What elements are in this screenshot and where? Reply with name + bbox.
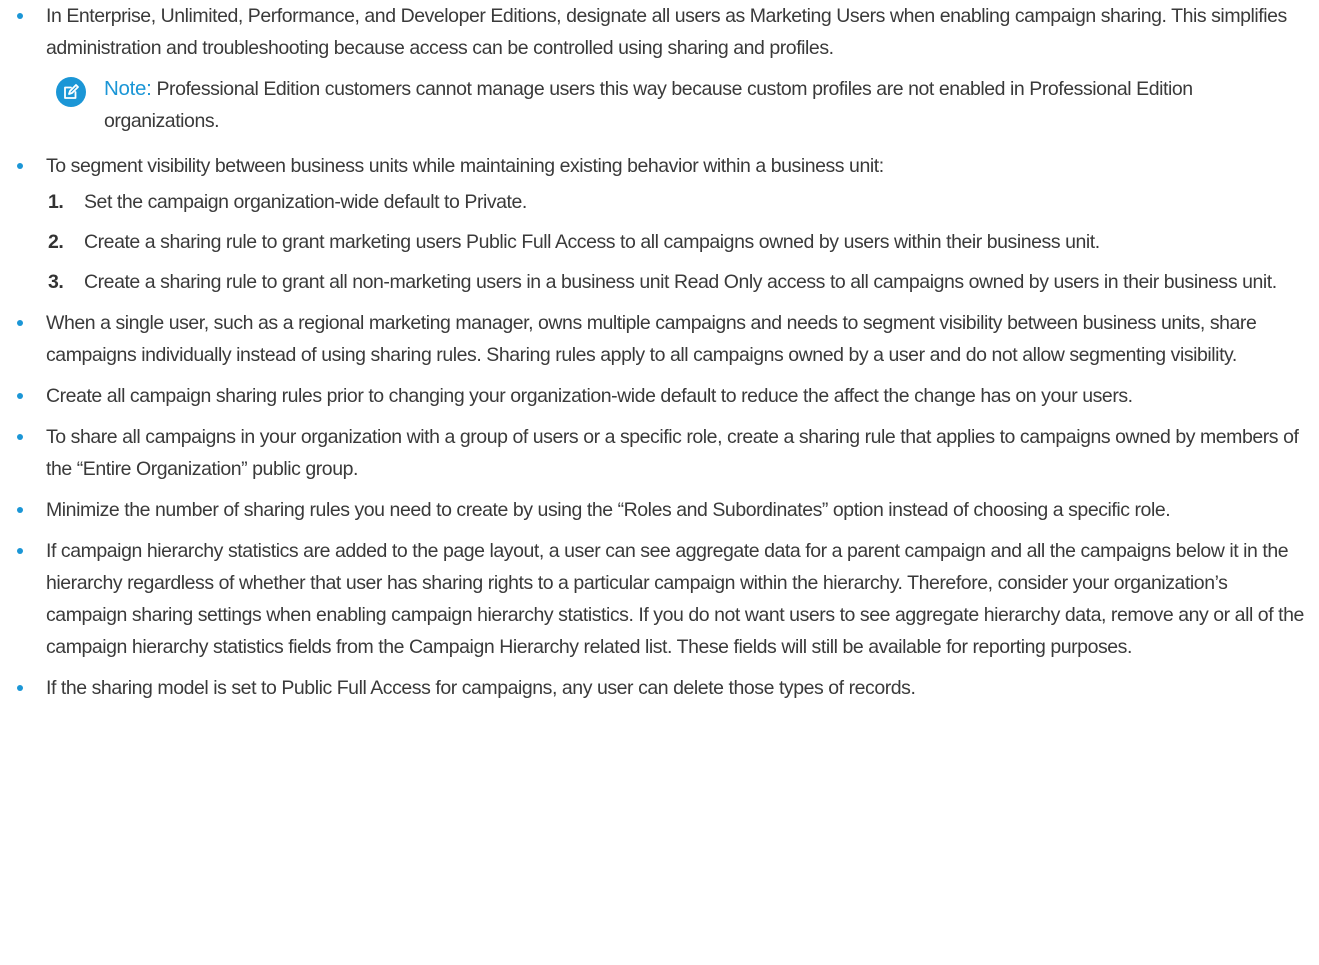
list-item-text: Create all campaign sharing rules prior … [46, 385, 1133, 407]
bullet-dot [17, 320, 23, 326]
bullet-dot [17, 163, 23, 169]
note-callout: Note: Professional Edition customers can… [46, 73, 1311, 137]
steps-list: 1. Set the campaign organization-wide de… [46, 186, 1311, 298]
note-text: Professional Edition customers cannot ma… [104, 78, 1193, 132]
list-item-text: If the sharing model is set to Public Fu… [46, 677, 916, 699]
list-item: Create all campaign sharing rules prior … [0, 380, 1319, 412]
list-item: In Enterprise, Unlimited, Performance, a… [0, 0, 1319, 137]
guidelines-list: In Enterprise, Unlimited, Performance, a… [0, 0, 1319, 704]
list-item: To share all campaigns in your organizat… [0, 421, 1319, 485]
list-item: Minimize the number of sharing rules you… [0, 494, 1319, 526]
list-item: If the sharing model is set to Public Fu… [0, 672, 1319, 704]
step-item: 2. Create a sharing rule to grant market… [46, 226, 1311, 258]
list-item: If campaign hierarchy statistics are add… [0, 535, 1319, 663]
step-number: 1. [48, 191, 64, 213]
note-label: Note: [104, 77, 152, 100]
bullet-dot [17, 685, 23, 691]
list-item-text: Minimize the number of sharing rules you… [46, 499, 1171, 521]
list-item-text: To segment visibility between business u… [46, 155, 884, 177]
list-item-text: When a single user, such as a regional m… [46, 312, 1257, 366]
list-item-text: To share all campaigns in your organizat… [46, 426, 1299, 480]
document-page: In Enterprise, Unlimited, Performance, a… [0, 0, 1319, 965]
bullet-dot [17, 13, 23, 19]
bullet-dot [17, 434, 23, 440]
bullet-dot [17, 548, 23, 554]
list-item-text: If campaign hierarchy statistics are add… [46, 540, 1304, 658]
step-text: Set the campaign organization-wide defau… [84, 191, 527, 213]
list-item: When a single user, such as a regional m… [0, 307, 1319, 371]
step-number: 2. [48, 231, 64, 253]
step-text: Create a sharing rule to grant marketing… [84, 231, 1100, 253]
list-item: To segment visibility between business u… [0, 150, 1319, 298]
step-number: 3. [48, 271, 64, 293]
step-item: 3. Create a sharing rule to grant all no… [46, 266, 1311, 298]
list-item-text: In Enterprise, Unlimited, Performance, a… [46, 5, 1287, 59]
bullet-dot [17, 393, 23, 399]
edit-note-icon [56, 77, 86, 107]
step-text: Create a sharing rule to grant all non-m… [84, 271, 1277, 293]
step-item: 1. Set the campaign organization-wide de… [46, 186, 1311, 218]
bullet-dot [17, 507, 23, 513]
